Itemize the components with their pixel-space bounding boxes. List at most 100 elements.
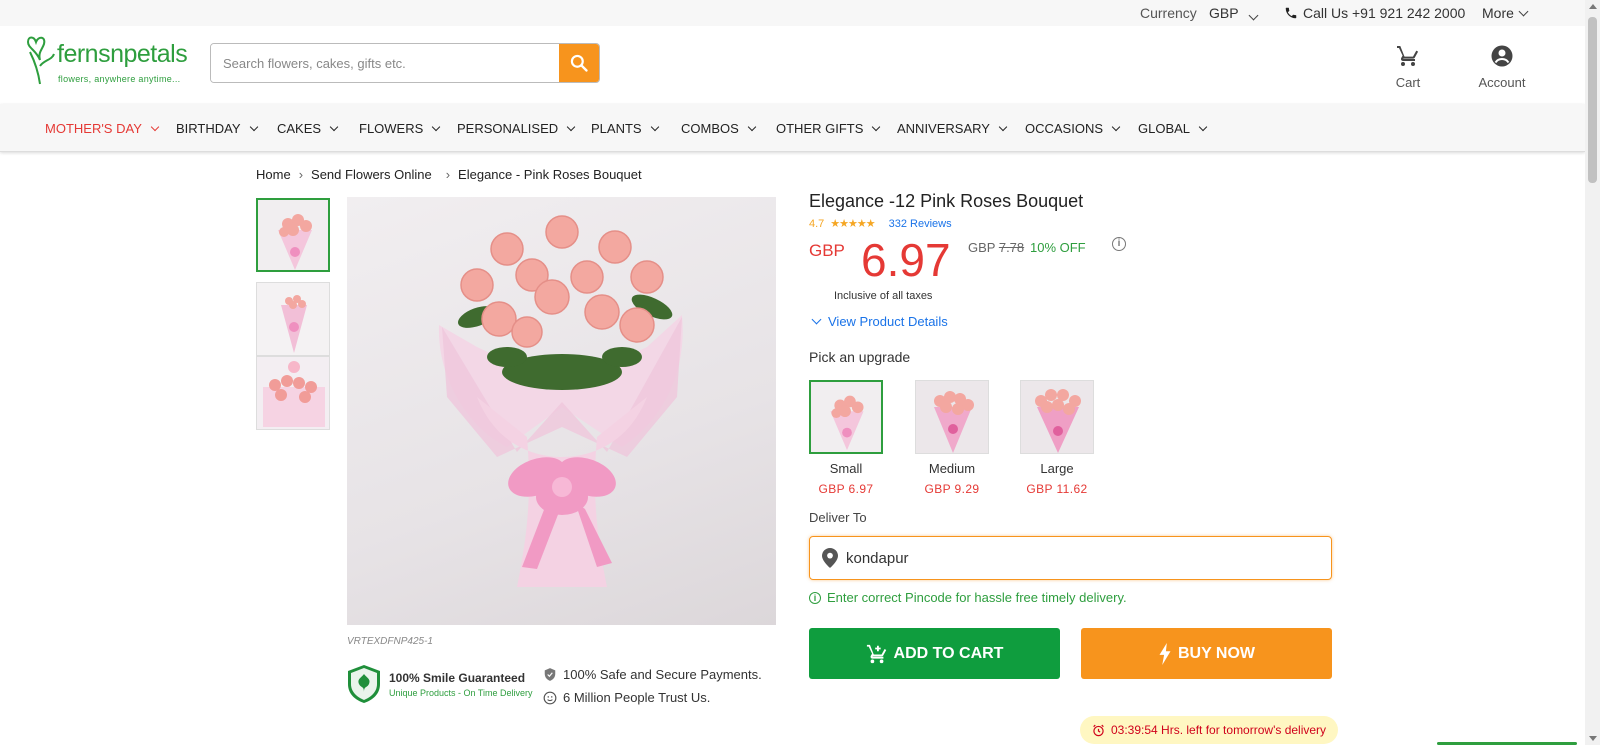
variant-image — [1020, 380, 1094, 454]
chevron-down-icon — [747, 122, 757, 131]
bouquet-image — [1021, 381, 1093, 453]
nav-item-anniversary[interactable]: ANNIVERSARY — [897, 121, 1008, 136]
buy-now-label: BUY NOW — [1177, 644, 1256, 662]
gallery-thumbnail[interactable] — [256, 282, 330, 356]
smile-icon — [543, 691, 557, 704]
more-menu[interactable]: More — [1482, 5, 1529, 21]
pincode-hint-text: Enter correct Pincode for hassle free ti… — [827, 590, 1127, 605]
nav-item-flowers[interactable]: FLOWERS — [359, 121, 441, 136]
upgrade-heading: Pick an upgrade — [809, 349, 911, 365]
rating-value: 4.7 — [809, 217, 825, 230]
nav-item-combos[interactable]: COMBOS — [681, 121, 757, 136]
scrollbar-thumb[interactable] — [1588, 17, 1597, 183]
call-us-link[interactable]: Call Us +91 921 242 2000 — [1284, 5, 1465, 21]
variant-price: GBP 6.97 — [818, 482, 874, 496]
variant-price: GBP 11.62 — [1026, 482, 1088, 496]
page-scrollbar[interactable] — [1585, 0, 1600, 745]
cart-button[interactable]: Cart — [1388, 44, 1428, 90]
add-to-cart-button[interactable]: ADD TO CART — [809, 628, 1060, 679]
view-product-details-link[interactable]: View Product Details — [811, 314, 948, 329]
trust-count-note: 6 Million People Trust Us. — [543, 690, 710, 705]
delivery-location-input[interactable] — [846, 549, 1306, 567]
view-product-details-text: View Product Details — [828, 314, 948, 329]
nav-item-label: MOTHER'S DAY — [45, 121, 142, 136]
top-utility-bar: Currency GBP Call Us +91 921 242 2000 Mo… — [0, 0, 1585, 26]
account-icon — [1491, 45, 1513, 67]
delivery-countdown: 03:39:54 Hrs. left for tomorrow's delive… — [1080, 716, 1339, 744]
nav-item-other-gifts[interactable]: OTHER GIFTS — [776, 121, 881, 136]
nav-item-label: FLOWERS — [359, 121, 424, 136]
location-pin-icon — [822, 548, 838, 568]
scroll-up-arrow-icon[interactable] — [1589, 4, 1597, 9]
breadcrumb: Home › Send Flowers Online › Elegance - … — [256, 167, 642, 182]
nav-item-label: PLANTS — [591, 121, 642, 136]
discount-badge: 10% OFF — [1030, 240, 1086, 255]
reviews-link[interactable]: 332 Reviews — [889, 218, 952, 230]
site-header: fernsnpetals flowers, anywhere anytime..… — [0, 26, 1585, 104]
product-main-image[interactable] — [347, 197, 776, 625]
gallery-thumbnail[interactable] — [256, 356, 330, 430]
nav-item-occasions[interactable]: OCCASIONS — [1025, 121, 1121, 136]
variant-large[interactable]: Large GBP 11.62 — [1020, 380, 1094, 496]
search-bar — [210, 43, 600, 83]
call-us-text: Call Us +91 921 242 2000 — [1303, 5, 1466, 21]
nav-item-label: PERSONALISED — [457, 121, 559, 136]
guarantee-subtitle: Unique Products - On Time Delivery — [389, 687, 533, 698]
nav-item-global[interactable]: GLOBAL — [1138, 121, 1208, 136]
info-icon: i — [809, 591, 821, 604]
nav-item-label: GLOBAL — [1138, 121, 1191, 136]
cart-icon — [1397, 46, 1419, 66]
search-input[interactable] — [211, 44, 561, 82]
nav-item-personalised[interactable]: PERSONALISED — [457, 121, 576, 136]
nav-item-label: ANNIVERSARY — [897, 121, 990, 136]
phone-icon — [1285, 7, 1297, 19]
currency-select[interactable]: GBP — [1209, 5, 1239, 21]
breadcrumb-send-flowers[interactable]: Send Flowers Online — [311, 167, 432, 182]
chevron-down-icon — [1198, 122, 1208, 131]
chevron-down-icon — [566, 122, 576, 131]
delivery-location-field[interactable] — [809, 536, 1332, 580]
product-title: Elegance -12 Pink Roses Bouquet — [809, 191, 1084, 211]
shield-icon — [348, 665, 380, 703]
variant-name: Medium — [928, 461, 976, 476]
original-price-currency: GBP — [968, 240, 996, 255]
delivery-countdown-text: 03:39:54 Hrs. left for tomorrow's delive… — [1111, 723, 1327, 737]
site-logo[interactable]: fernsnpetals flowers, anywhere anytime..… — [24, 30, 194, 86]
chevron-down-icon — [872, 122, 881, 131]
add-to-cart-label: ADD TO CART — [893, 644, 1004, 662]
variant-small[interactable]: Small GBP 6.97 — [809, 380, 883, 496]
more-label: More — [1482, 5, 1514, 21]
add-to-cart-icon — [866, 644, 886, 663]
nav-item-cakes[interactable]: CAKES — [277, 121, 339, 136]
chevron-down-icon — [150, 122, 160, 131]
info-icon[interactable]: i — [1112, 237, 1126, 251]
shield-check-icon — [544, 668, 556, 681]
tax-note: Inclusive of all taxes — [834, 290, 933, 302]
variant-medium[interactable]: Medium GBP 9.29 — [915, 380, 989, 496]
account-button[interactable]: Account — [1470, 44, 1534, 90]
chevron-right-icon: › — [445, 167, 451, 182]
chevron-down-icon[interactable] — [1248, 6, 1259, 22]
pincode-hint: i Enter correct Pincode for hassle free … — [809, 590, 1127, 605]
search-button[interactable] — [559, 44, 599, 82]
nav-item-mothers-day[interactable]: MOTHER'S DAY — [45, 121, 160, 136]
chevron-down-icon — [432, 122, 441, 131]
price-value: 6.97 — [861, 234, 951, 286]
trust-count-text: 6 Million People Trust Us. — [563, 690, 711, 705]
lightning-icon — [1159, 642, 1171, 665]
gallery-thumbnail[interactable] — [256, 198, 330, 272]
scroll-down-arrow-icon[interactable] — [1589, 736, 1597, 741]
bouquet-image — [916, 381, 988, 453]
breadcrumb-home[interactable]: Home — [256, 167, 291, 182]
currency-label: Currency — [1140, 5, 1197, 21]
product-sku: VRTEXDFNP425-1 — [347, 636, 433, 647]
nav-item-plants[interactable]: PLANTS — [591, 121, 659, 136]
chevron-down-icon — [329, 122, 339, 131]
nav-item-label: OTHER GIFTS — [776, 121, 864, 136]
chevron-down-icon — [249, 122, 258, 131]
secure-payments-note: 100% Safe and Secure Payments. — [543, 667, 762, 682]
product-rating: 4.7 ★★★★★ 332 Reviews — [809, 217, 952, 231]
nav-item-birthday[interactable]: BIRTHDAY — [176, 121, 258, 136]
chevron-down-icon — [1111, 122, 1121, 131]
buy-now-button[interactable]: BUY NOW — [1081, 628, 1332, 679]
